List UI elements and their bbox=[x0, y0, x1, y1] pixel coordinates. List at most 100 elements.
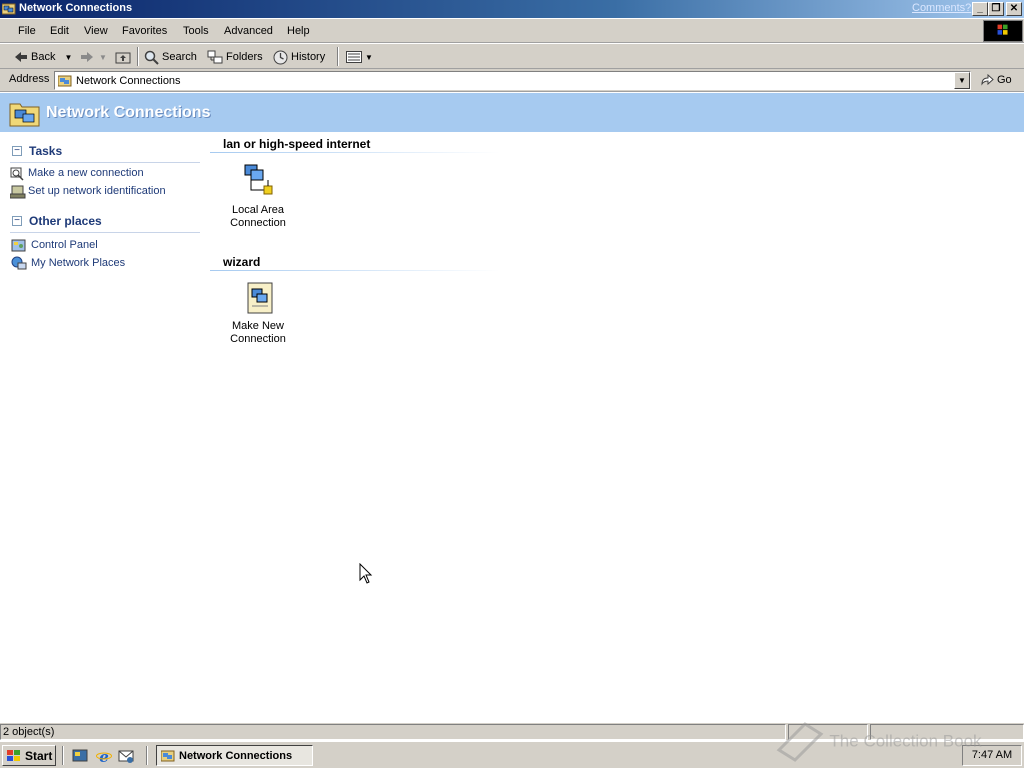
up-folder-button[interactable] bbox=[115, 49, 131, 65]
taskbar-network-connections-button[interactable]: Network Connections bbox=[156, 745, 313, 766]
history-label: History bbox=[291, 51, 326, 63]
menu-help[interactable]: Help bbox=[287, 25, 310, 37]
folder-banner: Network Connections bbox=[0, 93, 1024, 132]
forward-button[interactable]: ▼ bbox=[80, 49, 107, 65]
taskbar-separator bbox=[146, 746, 148, 765]
lan-connection-icon bbox=[244, 164, 273, 195]
start-button[interactable]: Start bbox=[2, 745, 56, 766]
group-divider bbox=[210, 270, 500, 271]
standard-toolbar: Back ▼ ▼ Search Folders History ▼ bbox=[0, 44, 1024, 69]
section-divider bbox=[10, 162, 200, 163]
tasks-heading: Tasks bbox=[29, 144, 63, 158]
magnifier-connection-icon bbox=[10, 167, 24, 181]
search-button[interactable]: Search bbox=[144, 49, 197, 65]
windows-flag-icon bbox=[7, 749, 20, 761]
group-header-lan: lan or high-speed internet bbox=[223, 137, 371, 151]
other-places-heading: Other places bbox=[29, 214, 102, 228]
watermark-text: The Collection Book bbox=[829, 731, 982, 751]
address-input[interactable]: Network Connections ▼ bbox=[54, 71, 971, 90]
my-network-places-icon bbox=[11, 256, 27, 270]
menu-advanced[interactable]: Advanced bbox=[224, 25, 273, 37]
collapse-other-places-button[interactable]: − bbox=[12, 216, 22, 226]
network-identification-link[interactable]: Set up network identification bbox=[28, 185, 166, 197]
windows-logo-icon bbox=[983, 20, 1023, 42]
new-connection-wizard-icon bbox=[247, 282, 273, 314]
history-button[interactable]: History bbox=[273, 49, 325, 65]
make-new-connection-label: Make New Connection bbox=[213, 320, 303, 346]
search-icon bbox=[144, 50, 159, 65]
back-button[interactable]: Back ▼ bbox=[14, 49, 72, 65]
start-label: Start bbox=[25, 748, 53, 763]
label-line: Make New bbox=[232, 320, 284, 332]
task-pane: − Tasks Make a new connection Set up net… bbox=[0, 132, 205, 722]
minimize-button[interactable]: _ bbox=[972, 2, 988, 16]
go-button[interactable]: Go bbox=[980, 72, 1012, 88]
restore-button[interactable]: ❐ bbox=[988, 2, 1004, 16]
menu-file[interactable]: File bbox=[18, 25, 36, 37]
back-dropdown-icon[interactable]: ▼ bbox=[64, 53, 72, 62]
title-bar[interactable]: Network Connections Comments? _ ❐ ✕ bbox=[0, 0, 1024, 18]
network-connections-icon bbox=[161, 750, 175, 762]
forward-dropdown-icon[interactable]: ▼ bbox=[99, 53, 107, 62]
menu-edit[interactable]: Edit bbox=[50, 25, 69, 37]
section-divider bbox=[10, 232, 200, 233]
go-arrow-icon bbox=[981, 74, 994, 86]
status-objects-panel: 2 object(s) bbox=[0, 724, 786, 740]
internet-explorer-icon[interactable]: e bbox=[96, 748, 112, 764]
show-desktop-icon[interactable] bbox=[72, 748, 88, 764]
toolbar-separator bbox=[137, 47, 139, 66]
group-divider bbox=[210, 152, 500, 153]
mouse-cursor-icon bbox=[359, 563, 373, 584]
control-panel-icon bbox=[11, 239, 26, 252]
control-panel-link[interactable]: Control Panel bbox=[31, 239, 98, 251]
folders-label: Folders bbox=[226, 51, 263, 63]
back-label: Back bbox=[31, 51, 56, 63]
network-connections-icon bbox=[58, 75, 72, 87]
status-object-count: 2 object(s) bbox=[3, 726, 55, 738]
collapse-tasks-button[interactable]: − bbox=[12, 146, 22, 156]
views-icon bbox=[346, 51, 362, 63]
book-icon bbox=[776, 722, 824, 762]
close-button[interactable]: ✕ bbox=[1006, 2, 1022, 16]
network-connections-icon bbox=[2, 3, 16, 15]
forward-arrow-icon bbox=[81, 52, 93, 62]
up-folder-icon bbox=[115, 52, 131, 64]
back-arrow-icon bbox=[15, 52, 27, 62]
address-value: Network Connections bbox=[76, 75, 181, 87]
folders-icon bbox=[207, 50, 223, 64]
menu-tools[interactable]: Tools bbox=[183, 25, 209, 37]
file-list-view: lan or high-speed internet Local Area Co… bbox=[210, 132, 1024, 722]
svg-text:e: e bbox=[99, 748, 109, 764]
search-label: Search bbox=[162, 51, 197, 63]
outlook-express-icon[interactable] bbox=[118, 748, 134, 764]
window-title: Network Connections bbox=[19, 2, 133, 14]
banner-title: Network Connections bbox=[46, 104, 211, 121]
watermark: The Collection Book bbox=[775, 720, 982, 764]
network-identification-icon bbox=[10, 185, 26, 199]
network-connections-folder-icon bbox=[9, 103, 40, 127]
toolbar-separator bbox=[337, 47, 339, 66]
local-area-connection-item[interactable]: Local Area Connection bbox=[213, 162, 303, 232]
address-bar: Address Network Connections ▼ Go bbox=[0, 69, 1024, 92]
go-label: Go bbox=[997, 74, 1012, 86]
taskbar-separator bbox=[62, 746, 64, 765]
make-new-connection-link[interactable]: Make a new connection bbox=[28, 167, 144, 179]
views-button[interactable]: ▼ bbox=[346, 49, 373, 65]
label-line: Local Area bbox=[232, 204, 284, 216]
views-dropdown-icon: ▼ bbox=[365, 52, 373, 62]
local-area-connection-label: Local Area Connection bbox=[213, 204, 303, 230]
menu-view[interactable]: View bbox=[84, 25, 108, 37]
history-icon bbox=[273, 50, 288, 64]
address-label: Address bbox=[9, 73, 50, 85]
make-new-connection-item[interactable]: Make New Connection bbox=[213, 282, 303, 352]
address-dropdown-button[interactable]: ▼ bbox=[954, 72, 970, 89]
comments-link[interactable]: Comments? bbox=[912, 2, 971, 14]
my-network-places-link[interactable]: My Network Places bbox=[31, 257, 125, 269]
label-line: Connection bbox=[230, 333, 286, 345]
taskbar-task-label: Network Connections bbox=[179, 749, 293, 762]
group-header-wizard: wizard bbox=[223, 255, 261, 269]
label-line: Connection bbox=[230, 217, 286, 229]
menu-favorites[interactable]: Favorites bbox=[122, 25, 167, 37]
folders-button[interactable]: Folders bbox=[207, 49, 263, 65]
menu-bar: File Edit View Favorites Tools Advanced … bbox=[0, 19, 1024, 43]
